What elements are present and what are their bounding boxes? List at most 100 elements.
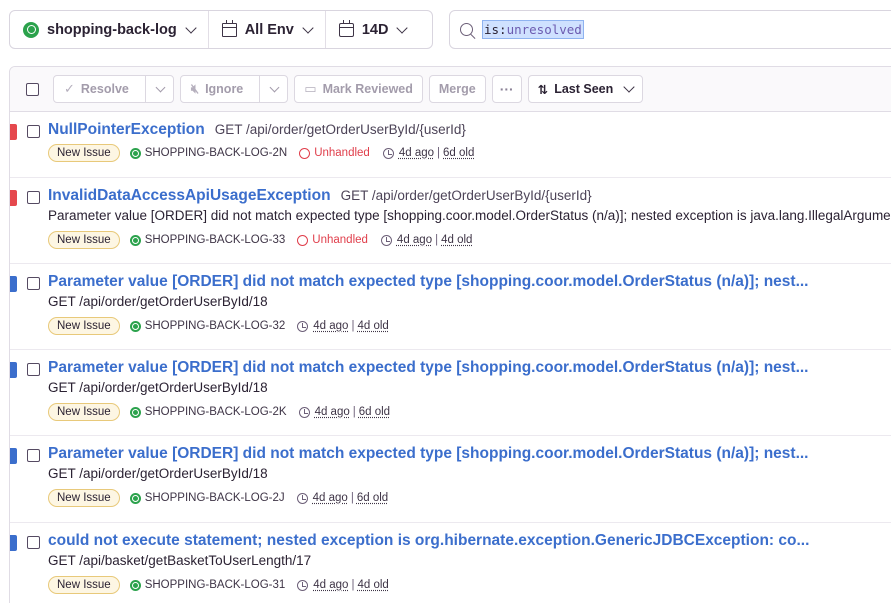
short-id[interactable]: SHOPPING-BACK-LOG-2K (129, 406, 287, 418)
mark-reviewed-label: Mark Reviewed (322, 82, 413, 96)
issue-title[interactable]: could not execute statement; nested exce… (48, 532, 809, 550)
project-icon (129, 406, 141, 418)
sort-icon: ⇅ (537, 82, 549, 97)
environment-selector[interactable]: All Env (207, 11, 325, 48)
issue-checkbox[interactable] (27, 449, 40, 462)
issue-list-panel: ✓ Resolve 🔇︎ Ignore ▭ Mark Reviewed Merg… (9, 66, 891, 603)
skull-icon (297, 234, 309, 246)
issue-title[interactable]: InvalidDataAccessApiUsageException (48, 187, 331, 205)
calendar-icon (338, 19, 354, 37)
date-range-label: 14D (361, 21, 389, 38)
project-icon (129, 147, 141, 159)
last-seen[interactable]: 4d ago (397, 234, 432, 246)
divider: | (351, 579, 355, 591)
chevron-down-icon (302, 21, 314, 34)
skull-icon (299, 147, 311, 159)
priority-bar (10, 276, 17, 292)
chevron-down-icon (155, 82, 166, 92)
first-seen[interactable]: 6d old (443, 147, 474, 159)
query-key: is: (484, 22, 507, 37)
resolve-label: Resolve (80, 82, 129, 96)
first-seen[interactable]: 4d old (357, 320, 388, 332)
issue-meta: New Issue SHOPPING-BACK-LOG-31 4d ago | … (48, 576, 389, 594)
divider: | (351, 320, 355, 332)
chevron-down-icon (623, 81, 635, 93)
last-seen[interactable]: 4d ago (313, 492, 348, 504)
first-seen[interactable]: 4d old (357, 579, 388, 591)
clock-icon (382, 147, 394, 159)
first-seen[interactable]: 6d old (359, 406, 390, 418)
short-id-label: SHOPPING-BACK-LOG-31 (144, 579, 286, 591)
query-value: unresolved (506, 22, 582, 37)
first-seen[interactable]: 4d old (441, 234, 472, 246)
short-id[interactable]: SHOPPING-BACK-LOG-33 (129, 234, 286, 246)
short-id[interactable]: SHOPPING-BACK-LOG-2J (129, 492, 285, 504)
status-badge: New Issue (48, 144, 120, 162)
date-range-selector[interactable]: 14D (324, 11, 420, 48)
issue-meta: New Issue SHOPPING-BACK-LOG-32 4d ago | … (48, 317, 389, 335)
bulk-actions-toolbar: ✓ Resolve 🔇︎ Ignore ▭ Mark Reviewed Merg… (10, 67, 891, 112)
first-seen[interactable]: 6d old (357, 492, 388, 504)
issue-checkbox[interactable] (27, 363, 40, 376)
ignore-dropdown-button[interactable] (259, 76, 287, 102)
issue-checkbox[interactable] (27, 125, 40, 138)
resolve-button[interactable]: ✓ Resolve (54, 76, 139, 102)
last-seen[interactable]: 4d ago (313, 579, 348, 591)
issue-header: Parameter value [ORDER] did not match ex… (48, 273, 809, 291)
issue-checkbox[interactable] (27, 277, 40, 290)
issue-title[interactable]: Parameter value [ORDER] did not match ex… (48, 273, 809, 291)
project-selector[interactable]: shopping-back-log (10, 11, 208, 48)
status-badge: New Issue (48, 576, 120, 594)
issue-meta: New Issue SHOPPING-BACK-LOG-2J 4d ago | … (48, 489, 388, 507)
issue-title[interactable]: Parameter value [ORDER] did not match ex… (48, 359, 809, 377)
clock-icon (297, 579, 309, 591)
merge-button[interactable]: Merge (428, 75, 486, 103)
issue-title[interactable]: NullPointerException (48, 121, 205, 139)
search-query-token[interactable]: is:unresolved (482, 20, 584, 39)
project-icon (129, 320, 141, 332)
chevron-down-icon (269, 82, 280, 92)
last-seen[interactable]: 4d ago (313, 320, 348, 332)
issue-row[interactable]: NullPointerException GET /api/order/getO… (10, 112, 891, 178)
sort-selector[interactable]: ⇅ Last Seen (527, 75, 644, 103)
ignore-button[interactable]: 🔇︎ Ignore (181, 76, 253, 102)
issue-title[interactable]: Parameter value [ORDER] did not match ex… (48, 445, 809, 463)
issue-checkbox[interactable] (27, 536, 40, 549)
priority-bar (10, 362, 17, 378)
issue-message: Parameter value [ORDER] did not match ex… (48, 208, 891, 223)
select-all-checkbox[interactable] (26, 82, 39, 96)
more-actions-button[interactable]: ··· (491, 75, 522, 103)
inbox-icon: ▭ (304, 81, 317, 96)
last-seen[interactable]: 4d ago (399, 147, 434, 159)
project-icon (129, 492, 141, 504)
issue-row[interactable]: could not execute statement; nested exce… (10, 523, 891, 603)
short-id-label: SHOPPING-BACK-LOG-2N (144, 147, 288, 159)
search-input[interactable]: is:unresolved (449, 10, 891, 49)
issue-row[interactable]: Parameter value [ORDER] did not match ex… (10, 436, 891, 523)
last-seen[interactable]: 4d ago (315, 406, 350, 418)
issue-row[interactable]: InvalidDataAccessApiUsageException GET /… (10, 178, 891, 264)
environment-icon (221, 19, 237, 37)
short-id[interactable]: SHOPPING-BACK-LOG-32 (129, 320, 286, 332)
clock-icon (380, 234, 392, 246)
issue-row[interactable]: Parameter value [ORDER] did not match ex… (10, 264, 891, 350)
short-id-label: SHOPPING-BACK-LOG-32 (144, 320, 286, 332)
chevron-down-icon (185, 21, 197, 34)
resolve-dropdown-button[interactable] (144, 76, 173, 102)
unhandled-tag: Unhandled (297, 234, 368, 246)
issue-checkbox[interactable] (27, 191, 40, 204)
issue-header: Parameter value [ORDER] did not match ex… (48, 445, 809, 463)
divider: | (352, 406, 356, 418)
clock-icon (297, 320, 309, 332)
issue-message: GET /api/order/getOrderUserById/18 (48, 466, 268, 481)
short-id[interactable]: SHOPPING-BACK-LOG-31 (129, 579, 286, 591)
issue-row[interactable]: Parameter value [ORDER] did not match ex… (10, 350, 891, 436)
status-badge: New Issue (48, 489, 120, 507)
short-id-label: SHOPPING-BACK-LOG-2K (144, 406, 287, 418)
short-id-label: SHOPPING-BACK-LOG-33 (144, 234, 286, 246)
divider: | (435, 234, 439, 246)
short-id[interactable]: SHOPPING-BACK-LOG-2N (129, 147, 288, 159)
issue-location: GET /api/order/getOrderUserById/{userId} (214, 122, 466, 137)
issue-message: GET /api/order/getOrderUserById/18 (48, 294, 268, 309)
mark-reviewed-button[interactable]: ▭ Mark Reviewed (294, 75, 423, 103)
